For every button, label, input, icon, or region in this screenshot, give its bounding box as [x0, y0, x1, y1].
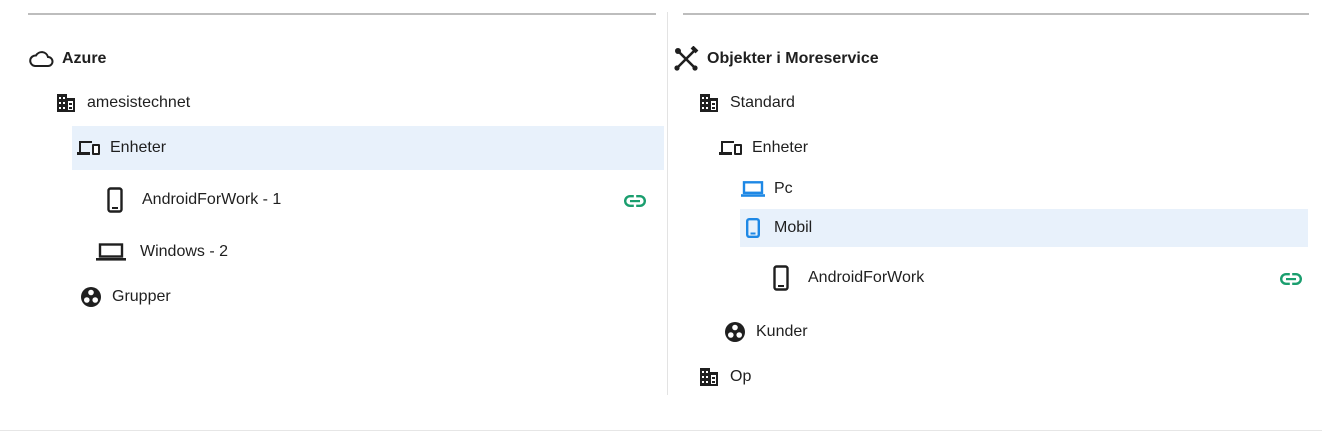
tree-item-label: Grupper — [112, 288, 171, 305]
mapping-view: Azure amesistechnet Enheter AndroidForWo… — [0, 0, 1322, 442]
tree-item-label: Standard — [730, 94, 795, 111]
tree-item-label: Mobil — [774, 219, 813, 236]
groups-icon — [78, 284, 104, 310]
right-panel-rule — [683, 13, 1309, 15]
tree-item-groups[interactable]: Grupper — [78, 275, 171, 319]
building-icon — [696, 364, 722, 390]
tree-item-label: Windows - 2 — [140, 243, 229, 260]
link-icon[interactable] — [624, 194, 646, 208]
phone-icon — [768, 265, 794, 291]
tree-item-label: Azure — [62, 50, 107, 67]
tree-item-mobil-selected[interactable]: Mobil — [740, 209, 1308, 247]
tree-item-devices-selected[interactable]: Enheter — [72, 126, 664, 170]
tree-item-label: Pc — [774, 180, 793, 197]
building-icon — [696, 90, 722, 116]
phone-icon — [740, 215, 766, 241]
tree-item-enheter[interactable]: Enheter — [718, 126, 808, 170]
phone-icon — [102, 187, 128, 213]
tree-item-label: AndroidForWork - 1 — [142, 191, 282, 208]
devices-icon — [718, 135, 744, 161]
panel-divider — [667, 12, 668, 395]
tree-item-kunder[interactable]: Kunder — [722, 310, 808, 354]
building-icon — [53, 90, 79, 116]
left-panel-rule — [28, 13, 656, 15]
cloud-icon — [28, 46, 54, 72]
tree-item-windows[interactable]: Windows - 2 — [96, 230, 228, 274]
laptop-icon — [740, 176, 766, 202]
tree-item-label: AndroidForWork — [808, 269, 925, 286]
tree-item-label: Enheter — [752, 139, 809, 156]
groups-icon — [722, 319, 748, 345]
tree-item-op[interactable]: Op — [696, 355, 751, 399]
tree-item-moreservice[interactable]: Objekter i Moreservice — [673, 37, 879, 81]
link-icon[interactable] — [1280, 272, 1302, 286]
laptop-icon — [96, 239, 126, 265]
devices-icon — [76, 135, 102, 161]
tree-item-label: Kunder — [756, 323, 808, 340]
tools-icon — [673, 46, 699, 72]
tree-item-android[interactable]: AndroidForWork - 1 — [102, 178, 281, 222]
tree-item-azure[interactable]: Azure — [28, 37, 106, 81]
tree-item-label: amesistechnet — [87, 94, 191, 111]
tree-item-label: Enheter — [110, 139, 167, 156]
tree-item-pc[interactable]: Pc — [740, 169, 793, 209]
tree-item-androidforwork[interactable]: AndroidForWork — [768, 256, 924, 300]
tree-item-label: Objekter i Moreservice — [707, 50, 879, 67]
tree-item-label: Op — [730, 368, 752, 385]
footer-rule — [0, 430, 1322, 431]
tree-item-tenant[interactable]: amesistechnet — [53, 81, 190, 125]
tree-item-standard[interactable]: Standard — [696, 81, 795, 125]
